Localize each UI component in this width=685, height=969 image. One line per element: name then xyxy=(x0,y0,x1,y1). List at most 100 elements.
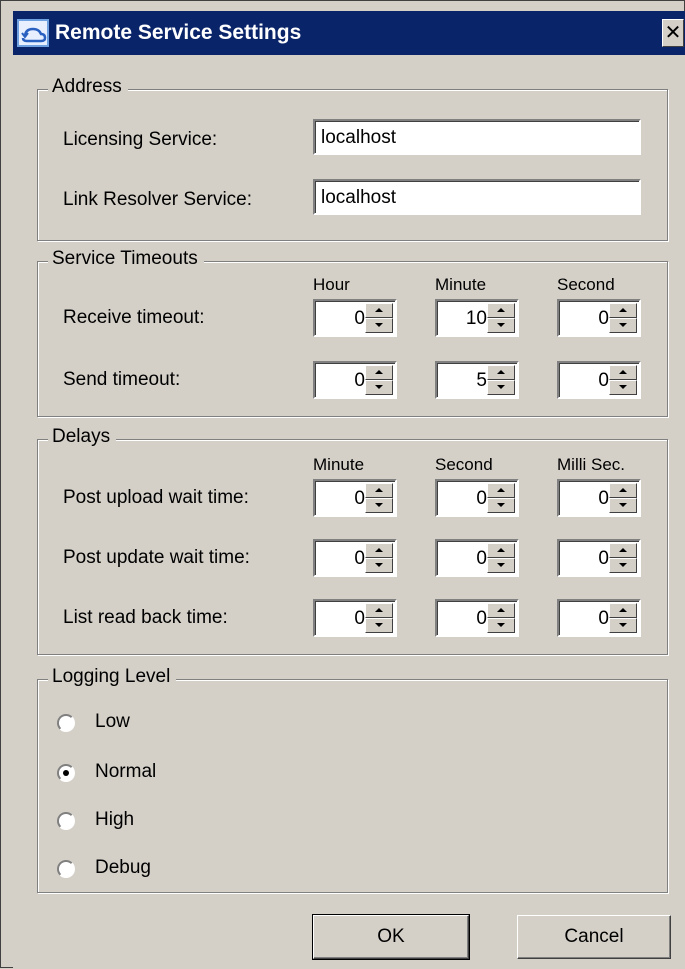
remote-service-settings-dialog: Remote Service Settings ✕ Address Licens… xyxy=(0,0,685,969)
send-timeout-label: Send timeout: xyxy=(63,369,181,390)
spin-up-icon[interactable] xyxy=(609,483,637,498)
service-timeouts-legend: Service Timeouts xyxy=(48,248,204,270)
spinner-value: 0 xyxy=(598,608,609,629)
logging-option-label: High xyxy=(95,809,135,830)
list-read-back-minute-spinner[interactable]: 0 xyxy=(313,599,397,637)
spinner-buttons xyxy=(609,603,637,633)
spinner-value: 0 xyxy=(476,488,487,509)
receive-timeout-label: Receive timeout: xyxy=(63,307,205,328)
spinner-buttons xyxy=(487,483,515,513)
delays-header-millisec: Milli Sec. xyxy=(557,455,626,474)
window-title: Remote Service Settings xyxy=(55,21,302,44)
spinner-buttons xyxy=(365,303,393,333)
licensing-service-input[interactable]: localhost xyxy=(313,119,641,155)
radio-icon[interactable] xyxy=(57,812,75,830)
spin-up-icon[interactable] xyxy=(609,603,637,618)
spin-down-icon[interactable] xyxy=(365,318,393,333)
spin-down-icon[interactable] xyxy=(487,380,515,395)
delays-header-second: Second xyxy=(435,455,493,474)
spin-down-icon[interactable] xyxy=(365,498,393,513)
post-update-second-spinner[interactable]: 0 xyxy=(435,539,519,577)
spinner-buttons xyxy=(365,603,393,633)
spinner-buttons xyxy=(609,365,637,395)
spin-up-icon[interactable] xyxy=(365,303,393,318)
spin-up-icon[interactable] xyxy=(609,303,637,318)
spinner-value: 0 xyxy=(354,548,365,569)
spin-up-icon[interactable] xyxy=(365,483,393,498)
spinner-value: 0 xyxy=(354,488,365,509)
spin-down-icon[interactable] xyxy=(609,318,637,333)
radio-checked-icon[interactable] xyxy=(57,764,75,782)
address-group: Address xyxy=(37,76,668,241)
spin-down-icon[interactable] xyxy=(487,618,515,633)
list-read-back-millisec-spinner[interactable]: 0 xyxy=(557,599,641,637)
delays-header-minute: Minute xyxy=(313,455,365,474)
timeouts-header-second: Second xyxy=(557,275,615,294)
spin-up-icon[interactable] xyxy=(609,365,637,380)
spinner-buttons xyxy=(365,483,393,513)
spinner-buttons xyxy=(487,303,515,333)
spinner-value: 0 xyxy=(598,308,609,329)
link-resolver-service-input[interactable]: localhost xyxy=(313,179,641,215)
spin-up-icon[interactable] xyxy=(365,543,393,558)
post-upload-millisec-spinner[interactable]: 0 xyxy=(557,479,641,517)
spinner-buttons xyxy=(487,543,515,573)
spin-down-icon[interactable] xyxy=(365,380,393,395)
spinner-buttons xyxy=(365,365,393,395)
spin-up-icon[interactable] xyxy=(487,365,515,380)
spinner-buttons xyxy=(365,543,393,573)
spin-up-icon[interactable] xyxy=(365,365,393,380)
spinner-value: 0 xyxy=(476,608,487,629)
cancel-button[interactable]: Cancel xyxy=(517,915,671,959)
spin-down-icon[interactable] xyxy=(609,498,637,513)
spinner-value: 0 xyxy=(598,370,609,391)
timeouts-header-hour: Hour xyxy=(313,275,350,294)
receive-timeout-hour-spinner[interactable]: 0 xyxy=(313,299,397,337)
spin-down-icon[interactable] xyxy=(487,558,515,573)
address-legend: Address xyxy=(48,76,128,98)
spinner-value: 5 xyxy=(476,370,487,391)
spinner-value: 0 xyxy=(354,608,365,629)
title-bar[interactable]: Remote Service Settings ✕ xyxy=(13,11,685,55)
spin-down-icon[interactable] xyxy=(609,558,637,573)
spin-up-icon[interactable] xyxy=(609,543,637,558)
spinner-buttons xyxy=(487,365,515,395)
send-timeout-minute-spinner[interactable]: 5 xyxy=(435,361,519,399)
spin-up-icon[interactable] xyxy=(487,303,515,318)
post-update-minute-spinner[interactable]: 0 xyxy=(313,539,397,577)
close-button[interactable]: ✕ xyxy=(662,19,684,47)
delays-legend: Delays xyxy=(48,426,117,448)
link-resolver-service-label: Link Resolver Service: xyxy=(63,189,253,210)
spinner-buttons xyxy=(487,603,515,633)
spinner-value: 10 xyxy=(465,308,487,329)
post-update-wait-label: Post update wait time: xyxy=(63,547,250,568)
spin-down-icon[interactable] xyxy=(365,618,393,633)
spin-up-icon[interactable] xyxy=(487,483,515,498)
close-icon: ✕ xyxy=(664,22,682,44)
spin-up-icon[interactable] xyxy=(487,543,515,558)
spin-down-icon[interactable] xyxy=(487,498,515,513)
logging-option-label: Normal xyxy=(95,761,157,782)
spin-up-icon[interactable] xyxy=(365,603,393,618)
radio-icon[interactable] xyxy=(57,714,75,732)
list-read-back-second-spinner[interactable]: 0 xyxy=(435,599,519,637)
receive-timeout-minute-spinner[interactable]: 10 xyxy=(435,299,519,337)
licensing-service-label: Licensing Service: xyxy=(63,129,218,150)
radio-icon[interactable] xyxy=(57,860,75,878)
spin-down-icon[interactable] xyxy=(609,380,637,395)
spinner-value: 0 xyxy=(598,488,609,509)
ok-button[interactable]: OK xyxy=(312,914,470,960)
post-upload-second-spinner[interactable]: 0 xyxy=(435,479,519,517)
send-timeout-hour-spinner[interactable]: 0 xyxy=(313,361,397,399)
post-update-millisec-spinner[interactable]: 0 xyxy=(557,539,641,577)
spinner-value: 0 xyxy=(598,548,609,569)
send-timeout-second-spinner[interactable]: 0 xyxy=(557,361,641,399)
spin-down-icon[interactable] xyxy=(487,318,515,333)
spin-up-icon[interactable] xyxy=(487,603,515,618)
post-upload-minute-spinner[interactable]: 0 xyxy=(313,479,397,517)
list-read-back-label: List read back time: xyxy=(63,607,228,628)
spin-down-icon[interactable] xyxy=(365,558,393,573)
receive-timeout-second-spinner[interactable]: 0 xyxy=(557,299,641,337)
logging-option-label: Low xyxy=(95,711,130,732)
spin-down-icon[interactable] xyxy=(609,618,637,633)
